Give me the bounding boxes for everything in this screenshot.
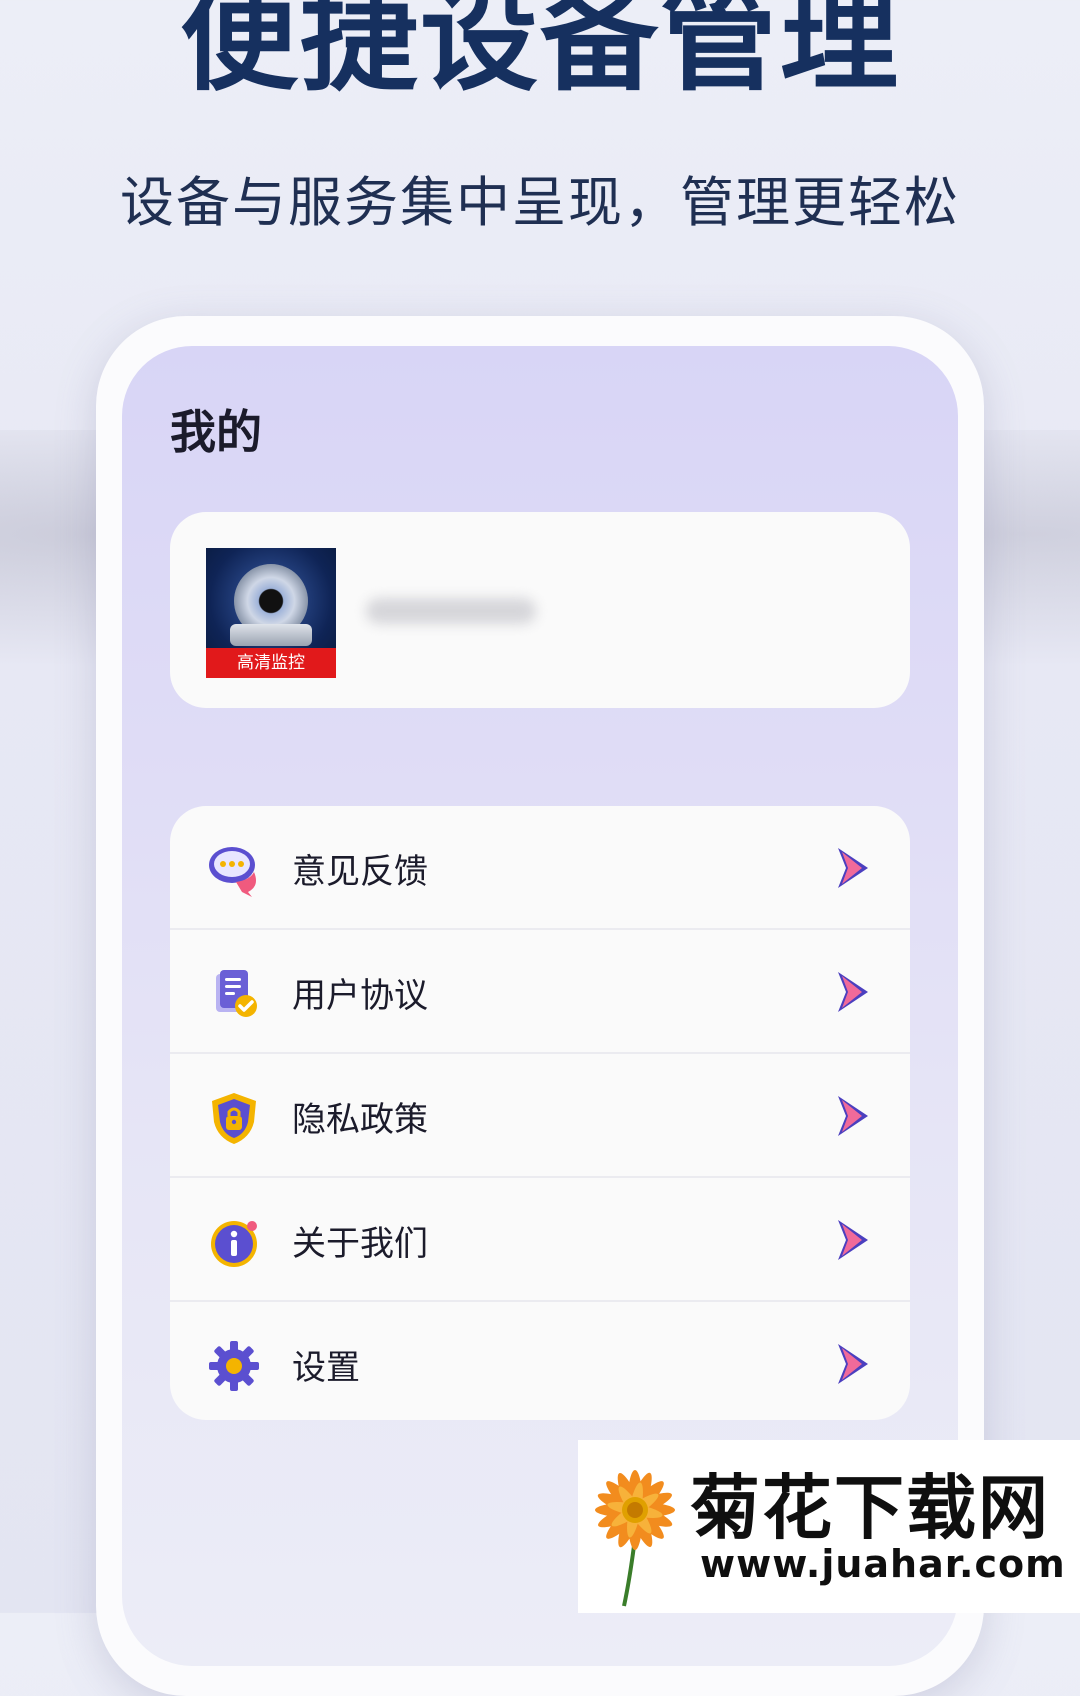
gear-icon (209, 1341, 259, 1391)
chevron-right-icon (838, 972, 868, 1012)
document-check-icon (216, 970, 257, 1017)
avatar[interactable]: 高清监控 (206, 548, 336, 678)
profile-card[interactable]: 高清监控 (170, 512, 910, 708)
chevron-right-icon (838, 848, 868, 888)
menu-item-about-us[interactable]: 关于我们 (170, 1178, 910, 1302)
headline: 便捷设备管理 (179, 0, 900, 107)
menu-item-user-agreement[interactable]: 用户协议 (170, 930, 910, 1054)
menu-item-label: 隐私政策 (292, 1100, 428, 1140)
watermark: 菊花下载网 www.juahar.com (578, 1440, 1080, 1613)
menu-item-settings[interactable]: 设置 (170, 1302, 910, 1420)
menu-item-label: 设置 (292, 1348, 360, 1388)
menu-item-feedback[interactable]: 意见反馈 (170, 806, 910, 930)
chevron-right-icon (838, 1344, 868, 1384)
subheadline: 设备与服务集中呈现，管理更轻松 (120, 171, 960, 234)
menu-item-label: 意见反馈 (292, 852, 428, 892)
flower-logo-icon (595, 1470, 675, 1607)
watermark-title: 菊花下载网 (690, 1467, 1050, 1549)
feedback-chat-icon (209, 847, 256, 897)
menu-list: 意见反馈 用户协议 隐私政策 关于我们 设置 (170, 806, 910, 1420)
camera-base (230, 624, 312, 646)
blurred-username (366, 598, 536, 624)
page-title: 我的 (170, 405, 262, 459)
menu-item-label: 用户协议 (292, 976, 428, 1016)
menu-item-privacy-policy[interactable]: 隐私政策 (170, 1054, 910, 1178)
watermark-url: www.juahar.com (700, 1542, 1066, 1586)
chevron-right-icon (838, 1096, 868, 1136)
info-icon (211, 1221, 257, 1267)
shield-lock-icon (212, 1093, 256, 1144)
chevron-right-icon (838, 1220, 868, 1260)
avatar-banner: 高清监控 (206, 648, 336, 678)
menu-item-label: 关于我们 (292, 1224, 428, 1264)
